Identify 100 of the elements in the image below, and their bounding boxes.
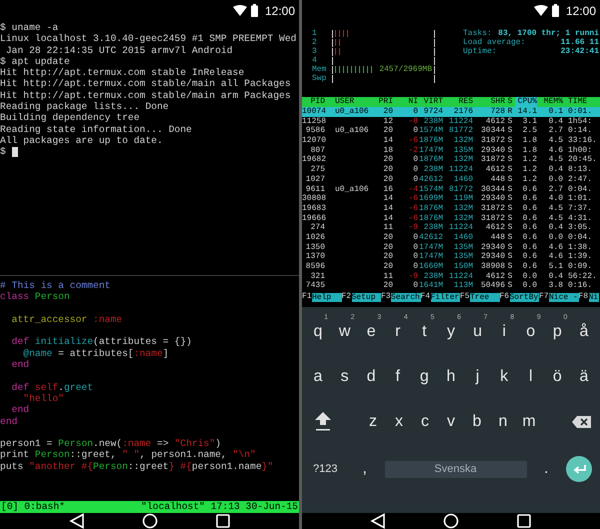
column-header[interactable]: VIRT [418,97,443,107]
column-header[interactable]: PRI [365,97,393,107]
key[interactable]: j [464,356,491,397]
table-cell-text: 2.5 [522,126,537,136]
process-row[interactable]: 275 20 0 238M 11224 4612 S 1.2 0.4 8:13. [302,165,600,175]
column-header[interactable]: SHR [473,97,505,107]
process-row[interactable]: 274 11 -9 238M 11224 4612 S 0.6 0.4 3:05. [302,223,600,233]
table-cell: 1747M [418,242,443,252]
home-icon [442,513,459,529]
space-bar[interactable]: Svenska [384,460,526,478]
table-cell-text: 3.1 [522,116,537,126]
process-row[interactable]: 321 11 -9 238M 11224 4612 S 0.0 0.4 56:22. [302,272,600,282]
column-header[interactable]: TIME [563,97,600,107]
table-cell-text: 0 [412,165,418,175]
key[interactable]: k [491,356,518,397]
process-row[interactable]: 807 18 -2 1747M 135M 29340 S 1.8 4.6 1h00: [302,146,600,156]
code-token: end [0,416,18,427]
column-header[interactable]: USER [325,97,365,107]
process-row[interactable]: 1350 20 0 1747M 135M 29340 S 0.6 4.6 1:38. [302,242,600,252]
key[interactable]: f [384,356,411,397]
table-cell-text: 0 [412,252,418,262]
column-header[interactable]: CPU% [515,97,537,107]
key[interactable]: c [412,402,438,442]
column-header[interactable]: MEM% [537,97,563,107]
table-cell-text: 1.8 [522,136,537,146]
table-cell-text: S [506,194,514,204]
table-cell-text: S [506,223,514,233]
key[interactable]: ä [570,356,597,397]
recents-button[interactable] [214,513,230,529]
function-key[interactable]: Help [312,292,342,302]
function-key[interactable]: Setup [352,292,381,302]
enter-key[interactable] [566,456,592,482]
process-row[interactable]: 11258 12 -8 238M 11224 4612 S 3.1 0.4 1h54: [302,116,600,126]
code-token: attr_accessor [10,314,88,326]
process-row[interactable]: 9586 u0_a106 20 0 1574M 81772 30344 S 2.5 2.7 0:14. [302,126,600,136]
column-header[interactable]: S [505,97,515,107]
home-icon [142,513,158,529]
function-key[interactable]: SortBy [510,292,539,302]
key[interactable]: m [516,402,542,442]
table-cell-text: 3.8 [548,281,563,292]
process-row[interactable]: 8596 20 0 1660M 150M 38908 S 0.6 5.1 0:09. [302,262,600,272]
function-key[interactable]: Ni [588,292,600,302]
key[interactable]: ö [544,356,570,397]
table-cell-text: 11 [382,272,393,282]
function-key[interactable]: Filter [430,292,460,302]
table-cell-text: 0.0 [548,232,563,243]
key[interactable]: n [490,402,516,442]
enter-icon [572,464,586,474]
function-key[interactable]: Tree [470,292,500,302]
process-row[interactable]: 19683 14 -6 1876M 132M 31872 S 0.6 4.5 7:37. [302,204,600,214]
key[interactable]: s [332,356,358,397]
key[interactable]: d [358,356,384,397]
column-header[interactable]: RES [443,97,473,107]
back-button[interactable] [68,513,84,529]
key[interactable]: h [438,356,464,397]
back-button[interactable] [370,513,386,529]
home-button[interactable] [142,513,158,529]
table-cell-text: 14 [382,214,393,224]
column-header[interactable]: PID [302,97,325,107]
process-row[interactable]: 7435 20 0 1641M 113M 50496 S 0.0 3.8 0:16. [302,281,600,292]
code-token: :name [122,438,152,450]
process-row[interactable]: 1370 20 0 1747M 135M 29340 S 0.6 4.6 1:39. [302,252,600,262]
key[interactable]: g [411,356,438,397]
key[interactable]: x [386,402,412,442]
key[interactable]: , [354,449,376,490]
table-cell-text: 0.6 [522,223,537,233]
function-key[interactable]: Nice - [549,292,578,302]
process-row[interactable]: 1027 20 0 42612 1460 448 S 1.2 0.0 2:47. [302,174,600,184]
table-cell-text: S [506,252,514,262]
table-cell-text: S [506,126,514,136]
table-cell-text: 0.6 [522,194,537,204]
table-cell-text: 20 [382,281,393,292]
home-button[interactable] [442,513,459,529]
function-key[interactable]: Search [391,292,420,302]
symbols-key[interactable]: ?123 [305,449,345,490]
code-token: :name [134,348,163,360]
process-row[interactable]: 19682 20 0 1876M 132M 31872 S 1.2 4.5 20:45. [302,155,600,166]
process-row[interactable]: 1026 20 0 42612 1460 448 S 0.6 0.0 0:04. [302,232,600,243]
process-row[interactable]: 9611 u0_a106 16 -4 1574M 81772 30344 S 0.6 2.7 0:04. [302,184,600,194]
key[interactable]: l [518,356,544,397]
column-header[interactable]: NI [393,97,418,107]
table-cell-text: 238M [422,272,443,282]
recents-button[interactable] [516,513,532,529]
process-row[interactable]: 10074 u0_a106 20 0 9724 2176 728 R 14.1 0.1 0:01. [302,107,600,117]
table-cell-text: S [506,136,514,146]
process-row[interactable]: 19666 14 -6 1876M 132M 31872 S 0.6 4.5 4:31. [302,214,600,224]
process-row[interactable]: 12070 14 -6 1876M 132M 31872 S 1.8 4.5 33:16. [302,136,600,146]
key[interactable]: b [464,402,490,442]
key[interactable]: v [438,402,464,442]
table-cell-text: 20 [382,242,393,252]
key[interactable]: . [535,449,558,490]
table-cell-text: 448 [490,232,505,243]
table-cell-text: 4.6 [548,146,563,156]
table-cell-text: 4.5 [548,214,563,224]
process-row[interactable]: 30808 14 -6 1699M 119M 29340 S 0.6 4.0 1:01. [302,194,600,204]
table-cell-text: 0 [412,126,418,136]
key[interactable]: z [360,402,386,442]
table-cell-text: -2 [407,146,418,156]
key[interactable]: a [305,356,331,397]
key[interactable]: å [570,312,597,352]
